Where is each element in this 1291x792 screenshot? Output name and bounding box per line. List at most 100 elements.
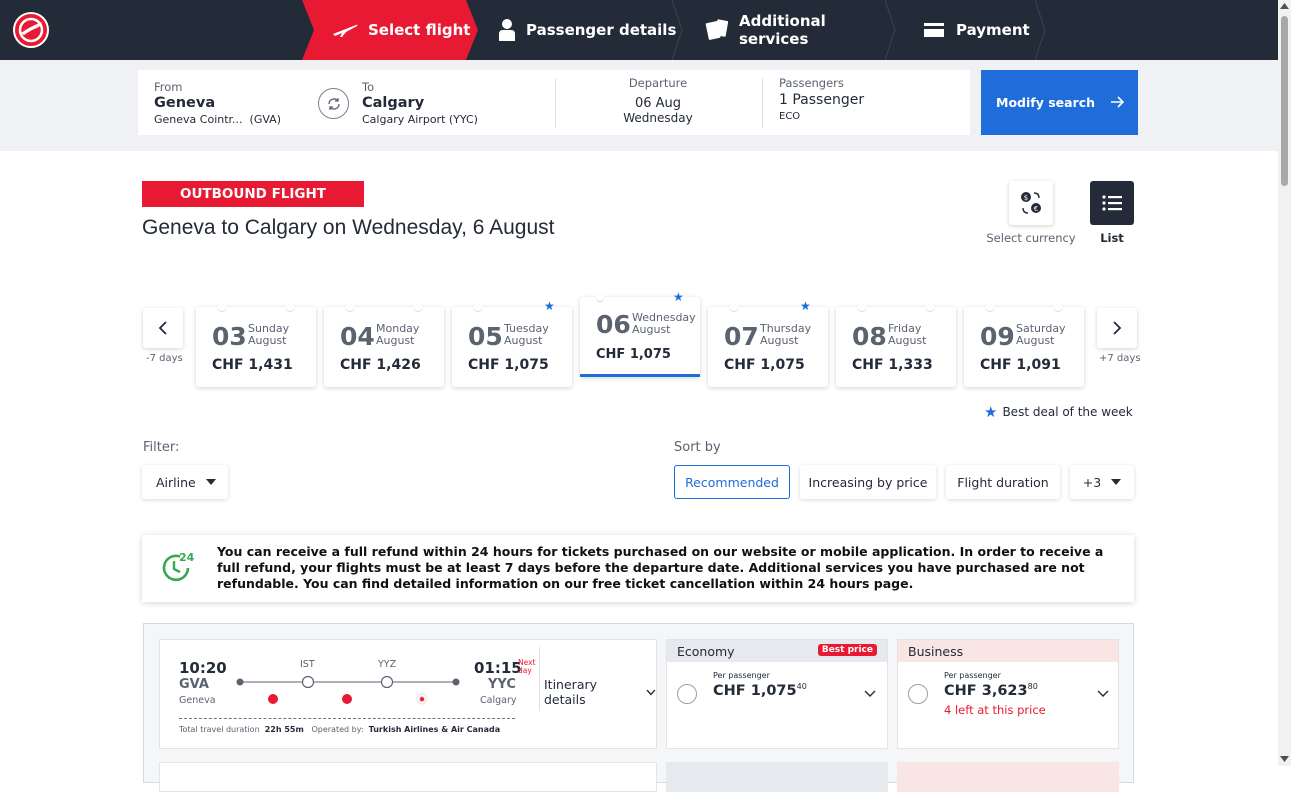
sort-recommended-button[interactable]: Recommended <box>674 465 790 499</box>
divider <box>539 647 540 711</box>
step-label: Select flight <box>368 21 471 39</box>
24-hour-clock-icon: 24 <box>160 550 198 590</box>
departure-day: Wednesday <box>623 111 693 125</box>
scrollbar-thumb[interactable] <box>1281 16 1288 186</box>
to-label: To <box>362 80 375 94</box>
business-header: Business <box>898 640 1118 662</box>
previous-week-button[interactable] <box>143 308 183 348</box>
svg-text:€: € <box>1034 205 1038 213</box>
economy-label: Economy <box>677 643 735 659</box>
page-title: Geneva to Calgary on Wednesday, 6 August <box>142 216 555 239</box>
step-select-flight[interactable]: Select flight <box>302 0 478 60</box>
sort-label: Sort by <box>674 440 721 455</box>
flight-results: 10:20 GVA Geneva ✹ IST YYZ 01:15 Next da… <box>143 623 1134 792</box>
date-day: 08 <box>852 322 887 351</box>
date-month: August <box>248 334 287 347</box>
date-day: 05 <box>468 322 503 351</box>
scroll-down-icon[interactable] <box>1280 756 1289 762</box>
economy-fare-card[interactable]: Economy Best price Per passenger CHF 1,0… <box>666 639 888 749</box>
economy-price-main: CHF 1,075 <box>713 682 797 699</box>
date-day: 03 <box>212 322 247 351</box>
economy-fare-card[interactable] <box>666 762 888 792</box>
date-card[interactable]: 09 Saturday August CHF 1,091 <box>964 305 1084 387</box>
sort-price-button[interactable]: Increasing by price <box>800 465 936 499</box>
outbound-flight-badge: OUTBOUND FLIGHT <box>142 181 364 207</box>
modify-search-button[interactable]: Modify search <box>981 70 1138 135</box>
airline-filter-dropdown[interactable]: Airline <box>142 465 228 499</box>
step-label: Passenger details <box>526 21 677 39</box>
step-payment[interactable]: Payment <box>896 0 1046 60</box>
flight-summary: Total travel duration 22h 55m Operated b… <box>179 725 500 734</box>
next-week-button[interactable] <box>1097 308 1137 348</box>
economy-price-cents: 40 <box>796 682 807 691</box>
business-price: CHF 3,62380 <box>944 682 1038 699</box>
date-month: August <box>632 323 671 336</box>
chevron-down-icon[interactable] <box>864 690 876 698</box>
itinerary-details-toggle[interactable]: Itinerary details <box>544 677 656 707</box>
business-label: Business <box>908 643 964 659</box>
date-month: August <box>504 334 543 347</box>
economy-price: CHF 1,07540 <box>713 682 807 699</box>
page-scrollbar[interactable] <box>1278 0 1291 766</box>
business-fare-card[interactable] <box>897 762 1119 792</box>
next-week-label: +7 days <box>1099 353 1141 364</box>
from-code: (GVA) <box>249 113 281 126</box>
date-day: 06 <box>596 310 631 339</box>
sort-more-label: +3 <box>1082 474 1102 490</box>
per-passenger-label: Per passenger <box>944 671 1001 680</box>
svg-text:24: 24 <box>179 551 195 564</box>
search-summary-bar: From Geneva Geneva Cointr... (GVA) To Ca… <box>0 60 1278 151</box>
swap-icon[interactable] <box>318 88 349 119</box>
operated-by-label: Operated by: <box>311 725 364 734</box>
date-card[interactable]: 08 Friday August CHF 1,333 <box>836 305 956 387</box>
person-icon <box>498 18 516 42</box>
itinerary-details-label: Itinerary details <box>544 677 598 707</box>
date-month: August <box>1016 334 1055 347</box>
caret-down-icon <box>1111 479 1122 485</box>
chevron-down-icon[interactable] <box>1097 690 1109 698</box>
divider <box>762 78 763 128</box>
date-card[interactable]: ★ 07 Thursday August CHF 1,075 <box>708 299 828 387</box>
passengers-label: Passengers <box>779 76 844 90</box>
list-view-button[interactable] <box>1090 181 1134 225</box>
date-card[interactable]: 04 Monday August CHF 1,426 <box>324 305 444 387</box>
origin-field[interactable]: From Geneva Geneva Cointr... (GVA) <box>154 80 281 126</box>
destination-field[interactable]: To Calgary Calgary Airport (YYC) <box>362 80 478 126</box>
date-day: 04 <box>340 322 375 351</box>
divider <box>179 718 515 719</box>
date-card-selected[interactable]: ★ 06 Wednesday August CHF 1,075 <box>580 290 700 377</box>
date-price: CHF 1,091 <box>980 357 1061 373</box>
step-passenger-details[interactable]: Passenger details <box>478 0 683 60</box>
economy-fare-radio[interactable] <box>677 684 697 704</box>
sort-more-dropdown[interactable]: +3 <box>1070 465 1134 499</box>
best-deal-star-icon: ★ <box>800 299 811 313</box>
step-label: Payment <box>956 21 1030 39</box>
svg-text:$: $ <box>1024 194 1028 202</box>
flight-option-card[interactable] <box>159 762 657 792</box>
sort-duration-button[interactable]: Flight duration <box>946 465 1060 499</box>
plane-icon <box>332 22 358 38</box>
date-card[interactable]: ★ 05 Tuesday August CHF 1,075 <box>452 299 572 387</box>
best-deal-label: Best deal of the week <box>1002 405 1133 419</box>
flight-option-card[interactable]: 10:20 GVA Geneva ✹ IST YYZ 01:15 Next da… <box>159 639 657 749</box>
date-day: 07 <box>724 322 759 351</box>
business-fare-card[interactable]: Business Per passenger CHF 3,62380 4 lef… <box>897 639 1119 749</box>
filter-label: Filter: <box>143 440 180 455</box>
turkish-airlines-logo-icon[interactable] <box>13 12 49 48</box>
best-deal-star-icon: ★ <box>673 290 684 304</box>
search-summary[interactable]: From Geneva Geneva Cointr... (GVA) To Ca… <box>138 70 970 135</box>
passengers-value: 1 Passenger <box>779 92 865 108</box>
business-fare-radio[interactable] <box>908 684 928 704</box>
chevron-right-icon <box>1113 321 1122 335</box>
passengers-field[interactable]: Passengers 1 Passenger ECO <box>779 76 864 122</box>
sort-option-label: Recommended <box>685 474 779 490</box>
scroll-up-icon[interactable] <box>1280 3 1289 9</box>
departure-field[interactable]: Departure 06 Aug Wednesday <box>578 76 738 125</box>
select-currency-button[interactable]: $ € <box>1009 181 1053 225</box>
currency-icon: $€ <box>1021 192 1041 214</box>
date-price: CHF 1,075 <box>596 347 671 362</box>
total-duration-label: Total travel duration <box>179 725 260 734</box>
step-additional-services[interactable]: Additional services <box>683 0 896 60</box>
date-card[interactable]: 03 Sunday August CHF 1,431 <box>196 305 316 387</box>
best-deal-star-icon: ★ <box>984 403 998 421</box>
